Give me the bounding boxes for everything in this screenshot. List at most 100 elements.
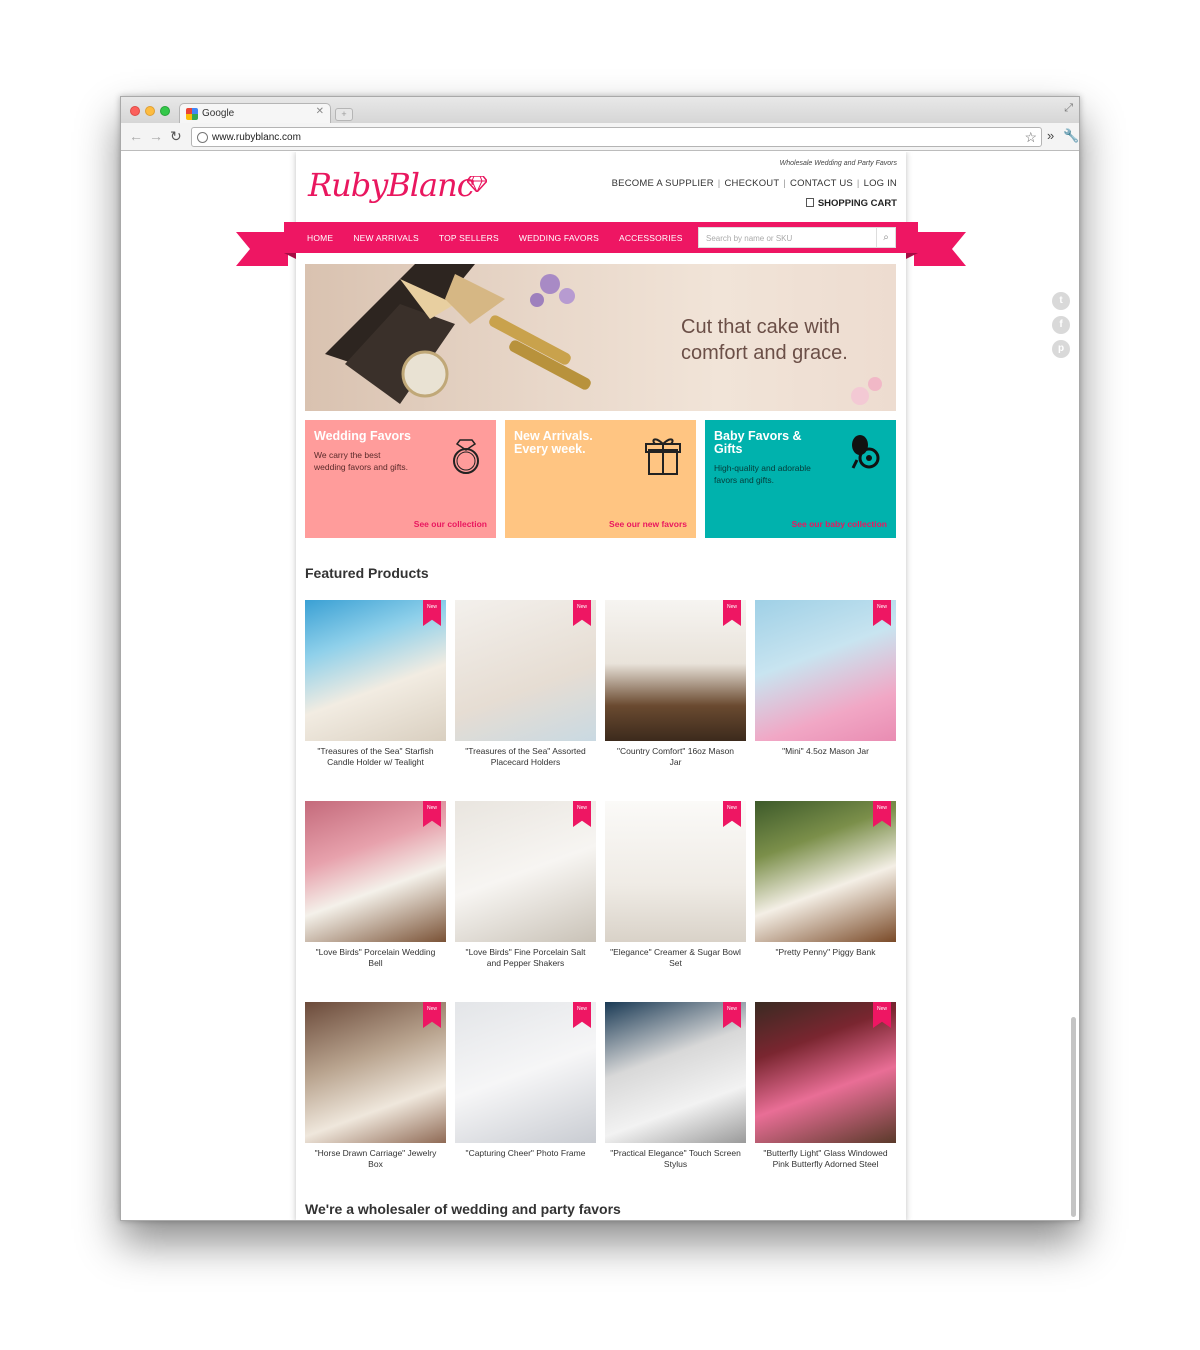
pinterest-icon[interactable]: p (1052, 340, 1070, 358)
cart-label: SHOPPING CART (817, 198, 897, 209)
product-image[interactable]: New (605, 801, 746, 942)
nav-accessories[interactable]: ACCESSORIES (619, 233, 683, 243)
product-name[interactable]: "Love Birds" Fine Porcelain Salt and Pepp… (455, 947, 596, 969)
product-image[interactable]: New (305, 600, 446, 741)
product-image[interactable]: New (755, 801, 896, 942)
product-name[interactable]: "Love Birds" Porcelain Wedding Bell (305, 947, 446, 969)
product-card[interactable]: New "Mini" 4.5oz Mason Jar (755, 600, 896, 757)
product-name[interactable]: "Butterfly Light" Glass Windowed Pink But… (755, 1148, 896, 1170)
product-name[interactable]: "Treasures of the Sea" Assorted Placecard… (455, 746, 596, 768)
product-name[interactable]: "Horse Drawn Carriage" Jewelry Box (305, 1148, 446, 1170)
product-image[interactable]: New (455, 600, 596, 741)
product-image[interactable]: New (305, 1002, 446, 1143)
featured-products-title: Featured Products (305, 565, 429, 581)
about-section-title: We're a wholesaler of wedding and party … (305, 1201, 621, 1217)
product-image[interactable]: New (605, 1002, 746, 1143)
wrench-icon[interactable]: 🔧 (1063, 128, 1079, 144)
tab-close-icon[interactable]: ✕ (316, 106, 324, 117)
shopping-cart-link[interactable]: SHOPPING CART (805, 198, 897, 209)
browser-tab[interactable]: Google ✕ (179, 103, 331, 123)
product-image[interactable]: New (755, 1002, 896, 1143)
promo-new-arrivals[interactable]: New Arrivals. Every week. See our new fa… (505, 420, 696, 538)
product-name-line: "Country Comfort" 16oz Mason (616, 746, 735, 756)
address-bar[interactable]: www.rubyblanc.com ☆ (191, 127, 1042, 147)
gem-icon (467, 176, 487, 192)
product-name-line: "Capturing Cheer" Photo Frame (465, 1148, 586, 1158)
facebook-icon[interactable]: f (1052, 316, 1070, 334)
product-card[interactable]: New "Treasures of the Sea" Starfish Candle… (305, 600, 446, 768)
product-name[interactable]: "Treasures of the Sea" Starfish Candle Ho… (305, 746, 446, 768)
product-name[interactable]: "Practical Elegance" Touch Screen Stylus (605, 1148, 746, 1170)
promo-link[interactable]: See our new favors (609, 519, 687, 529)
product-card[interactable]: New "Country Comfort" 16oz Mason Jar (605, 600, 746, 768)
product-image[interactable]: New (755, 600, 896, 741)
minimize-window-button[interactable] (145, 106, 155, 116)
ribbon-left-tail (236, 232, 288, 266)
nav-top-sellers[interactable]: TOP SELLERS (439, 233, 499, 243)
bookmark-star-icon[interactable]: ☆ (1024, 129, 1037, 146)
new-badge: New (723, 1002, 741, 1028)
reload-icon[interactable]: ↻ (170, 128, 182, 145)
log-in-link[interactable]: LOG IN (864, 178, 897, 189)
promo-baby-favors[interactable]: Baby Favors & Gifts High-quality and ado… (705, 420, 896, 538)
extensions-chevron-icon[interactable]: » (1047, 128, 1054, 143)
zoom-window-button[interactable] (160, 106, 170, 116)
product-name-line: Bell (368, 958, 383, 968)
twitter-icon[interactable]: t (1052, 292, 1070, 310)
promo-link[interactable]: See our baby collection (792, 519, 887, 529)
site-logo[interactable]: RubyBlanc (308, 166, 475, 204)
close-window-button[interactable] (130, 106, 140, 116)
scrollbar-thumb[interactable] (1071, 1017, 1076, 1217)
new-tab-button[interactable]: + (335, 108, 353, 121)
hero-line-1: Cut that cake with (681, 316, 840, 338)
product-card[interactable]: New "Horse Drawn Carriage" Jewelry Box (305, 1002, 446, 1170)
nav-new-arrivals[interactable]: NEW ARRIVALS (353, 233, 419, 243)
promo-link[interactable]: See our collection (414, 519, 487, 529)
product-name-line: "Butterfly Light" Glass Windowed (763, 1148, 888, 1158)
search-input[interactable]: Search by name or SKU ⌕ (698, 227, 896, 248)
product-name[interactable]: "Elegance" Creamer & Sugar Bowl Set (605, 947, 746, 969)
product-card[interactable]: New "Practical Elegance" Touch Screen Styl… (605, 1002, 746, 1170)
product-card[interactable]: New "Elegance" Creamer & Sugar Bowl Set (605, 801, 746, 969)
url-text: www.rubyblanc.com (212, 132, 301, 143)
product-image[interactable]: New (455, 801, 596, 942)
contact-us-link[interactable]: CONTACT US (790, 178, 853, 189)
forward-icon[interactable]: → (149, 128, 163, 144)
top-links: BECOME A SUPPLIER | CHECKOUT | CONTACT US | LO… (611, 178, 897, 189)
checkout-link[interactable]: CHECKOUT (724, 178, 779, 189)
product-name[interactable]: "Mini" 4.5oz Mason Jar (755, 746, 896, 757)
nav-wedding-favors[interactable]: WEDDING FAVORS (519, 233, 599, 243)
product-name-line: "Treasures of the Sea" Starfish (317, 746, 434, 756)
product-card[interactable]: New "Capturing Cheer" Photo Frame (455, 1002, 596, 1159)
product-card[interactable]: New "Butterfly Light" Glass Windowed Pink … (755, 1002, 896, 1170)
product-image[interactable]: New (605, 600, 746, 741)
search-icon[interactable]: ⌕ (876, 228, 895, 247)
product-name[interactable]: "Pretty Penny" Piggy Bank (755, 947, 896, 958)
become-supplier-link[interactable]: BECOME A SUPPLIER (612, 178, 714, 189)
product-image[interactable]: New (305, 801, 446, 942)
pacifier-icon (851, 435, 880, 469)
product-image[interactable]: New (455, 1002, 596, 1143)
page-viewport: t f p RubyBlanc Wholesale Wedding and Pa… (121, 152, 1079, 1220)
product-name-line: "Elegance" Creamer & Sugar Bowl (610, 947, 741, 957)
hero-banner[interactable]: Cut that cake with comfort and grace. (305, 264, 896, 411)
product-name-line: Set (669, 958, 682, 968)
browser-toolbar: ← → ↻ www.rubyblanc.com ☆ » 🔧 (121, 123, 1079, 151)
product-card[interactable]: New "Love Birds" Fine Porcelain Salt and P… (455, 801, 596, 969)
product-card[interactable]: New "Love Birds" Porcelain Wedding Bell (305, 801, 446, 969)
product-card[interactable]: New "Pretty Penny" Piggy Bank (755, 801, 896, 958)
ribbon-fold-left (284, 253, 296, 259)
fullscreen-icon[interactable]: ⤢ (1064, 102, 1073, 115)
promo-wedding-favors[interactable]: Wedding Favors We carry the best wedding… (305, 420, 496, 538)
new-badge: New (723, 801, 741, 827)
back-icon[interactable]: ← (129, 128, 143, 144)
tab-bar: Google ✕ + ⤢ (121, 97, 1079, 123)
hero-line-2: comfort and grace. (681, 342, 848, 364)
hero-text: Cut that cake with comfort and grace. (681, 314, 891, 366)
product-card[interactable]: New "Treasures of the Sea" Assorted Placec… (455, 600, 596, 768)
product-name[interactable]: "Capturing Cheer" Photo Frame (455, 1148, 596, 1159)
product-name-line: "Horse Drawn Carriage" Jewelry (314, 1148, 437, 1158)
product-name[interactable]: "Country Comfort" 16oz Mason Jar (605, 746, 746, 768)
nav-home[interactable]: HOME (307, 233, 333, 243)
product-name-line: Candle Holder w/ Tealight (327, 757, 424, 767)
